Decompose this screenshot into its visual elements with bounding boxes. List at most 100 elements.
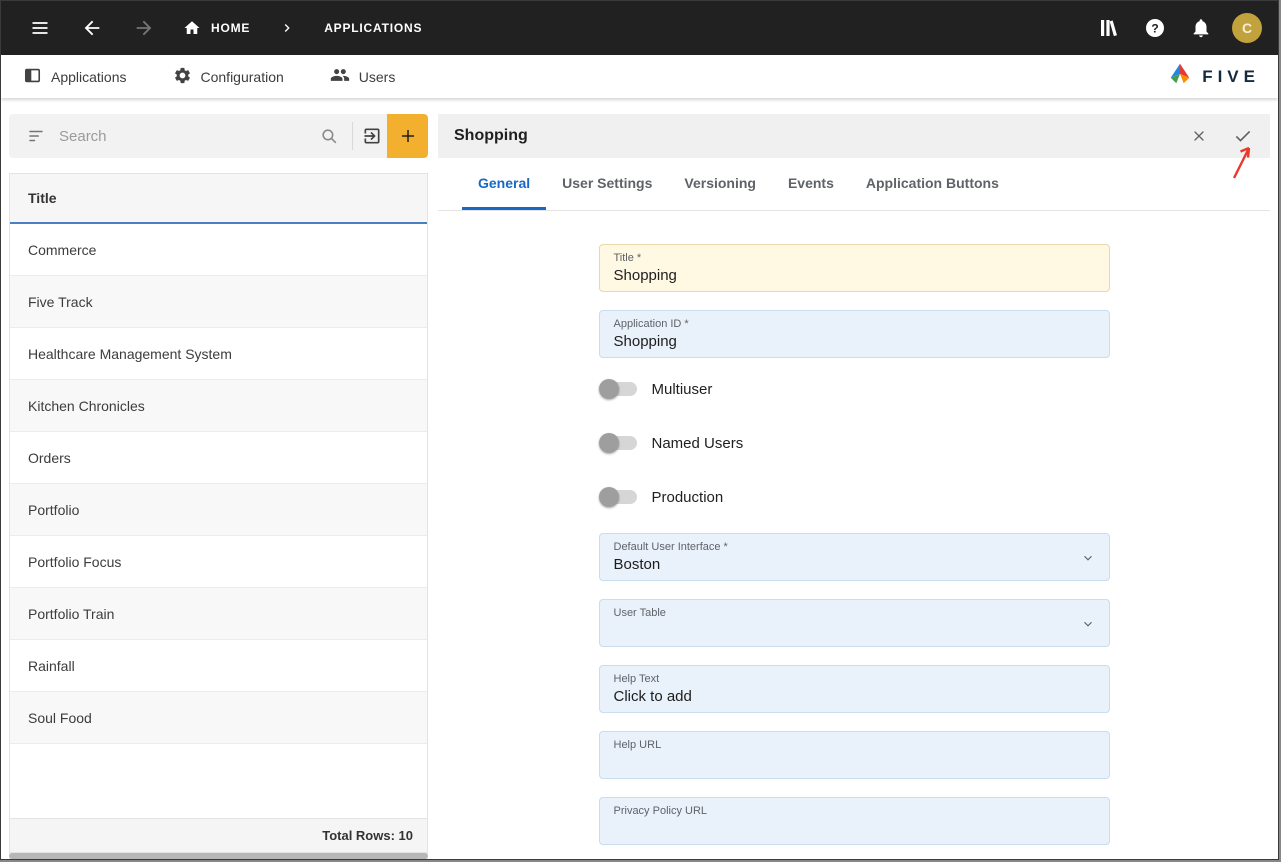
home-icon	[181, 13, 203, 43]
five-logo-icon	[1167, 62, 1193, 91]
avatar[interactable]: C	[1232, 13, 1262, 43]
list-item[interactable]: Rainfall	[10, 640, 427, 692]
chevron-right-icon	[272, 13, 302, 43]
list-item-label: Portfolio Focus	[28, 554, 121, 570]
horizontal-scrollbar[interactable]	[9, 853, 428, 859]
five-brand: FIVE	[1167, 62, 1260, 91]
search-divider	[352, 122, 353, 150]
list-column-header[interactable]: Title	[10, 174, 427, 224]
breadcrumb-home[interactable]: HOME	[181, 13, 250, 43]
menu-icon[interactable]	[25, 13, 55, 43]
notifications-icon[interactable]	[1186, 13, 1216, 43]
tab-user-settings[interactable]: User Settings	[546, 158, 668, 210]
applications-list: Title Commerce Five Track Healthcare Man…	[9, 173, 428, 853]
field-value: Boston	[614, 556, 1095, 573]
toggle-label: Multiuser	[652, 381, 713, 398]
list-item-label: Portfolio	[28, 502, 79, 518]
column-header-label: Title	[28, 190, 57, 206]
tab-events[interactable]: Events	[772, 158, 850, 210]
list-rows: Commerce Five Track Healthcare Managemen…	[10, 224, 427, 818]
detail-tabs: General User Settings Versioning Events …	[438, 158, 1270, 211]
multiuser-toggle[interactable]	[601, 382, 637, 396]
list-item-label: Healthcare Management System	[28, 346, 232, 362]
save-check-icon[interactable]	[1226, 119, 1260, 153]
general-form: Title * Shopping Application ID * Shoppi…	[438, 211, 1270, 859]
topbar: HOME APPLICATIONS ? C	[1, 1, 1278, 55]
privacy-policy-url-field[interactable]: Privacy Policy URL	[599, 797, 1110, 845]
filter-icon[interactable]	[21, 121, 51, 151]
list-item-label: Portfolio Train	[28, 606, 114, 622]
application-id-field[interactable]: Application ID * Shopping	[599, 310, 1110, 358]
breadcrumb-applications[interactable]: APPLICATIONS	[324, 21, 422, 35]
library-icon[interactable]	[1094, 13, 1124, 43]
toggle-knob	[599, 487, 619, 507]
gear-icon	[173, 66, 192, 88]
list-item[interactable]: Kitchen Chronicles	[10, 380, 427, 432]
brand-wordmark: FIVE	[1202, 67, 1260, 87]
nav-tab-label: Applications	[51, 69, 127, 85]
field-label: Privacy Policy URL	[614, 805, 1095, 817]
app-window: HOME APPLICATIONS ? C	[0, 0, 1279, 860]
scrollbar-thumb[interactable]	[9, 853, 428, 859]
toggle-knob	[599, 433, 619, 453]
list-item[interactable]: Five Track	[10, 276, 427, 328]
detail-header: Shopping	[438, 114, 1270, 158]
field-value: Shopping	[614, 333, 1095, 350]
field-label: Default User Interface *	[614, 541, 1095, 553]
list-item-label: Commerce	[28, 242, 96, 258]
field-label: Help Text	[614, 673, 1095, 685]
breadcrumb-home-label: HOME	[211, 21, 250, 35]
field-label: Help URL	[614, 739, 1095, 751]
help-icon[interactable]: ?	[1140, 13, 1170, 43]
field-value: Click to add	[614, 688, 1095, 705]
nav-tab-applications[interactable]: Applications	[23, 66, 127, 88]
list-item-label: Soul Food	[28, 710, 92, 726]
applications-icon	[23, 66, 42, 88]
list-item[interactable]: Soul Food	[10, 692, 427, 744]
title-field[interactable]: Title * Shopping	[599, 244, 1110, 292]
back-arrow-icon[interactable]	[77, 13, 107, 43]
record-detail-panel: Shopping General User Settings Versionin…	[438, 114, 1270, 859]
nav-tab-configuration[interactable]: Configuration	[173, 66, 284, 88]
list-item[interactable]: Portfolio	[10, 484, 427, 536]
nav-tab-label: Configuration	[201, 69, 284, 85]
production-toggle[interactable]	[601, 490, 637, 504]
list-item[interactable]: Portfolio Focus	[10, 536, 427, 588]
tab-versioning[interactable]: Versioning	[668, 158, 772, 210]
tab-general[interactable]: General	[462, 158, 546, 210]
applications-list-panel: Title Commerce Five Track Healthcare Man…	[9, 114, 428, 859]
list-item[interactable]: Commerce	[10, 224, 427, 276]
toggle-group: Multiuser Named Users Production	[599, 376, 1110, 510]
nav-tab-label: Users	[359, 69, 396, 85]
help-text-field[interactable]: Help Text Click to add	[599, 665, 1110, 713]
search-icon[interactable]	[314, 121, 344, 151]
list-item[interactable]: Portfolio Train	[10, 588, 427, 640]
chevron-down-icon	[1081, 551, 1095, 570]
svg-text:?: ?	[1151, 22, 1158, 36]
search-bar	[9, 114, 428, 158]
record-title: Shopping	[454, 127, 1182, 145]
help-url-field[interactable]: Help URL	[599, 731, 1110, 779]
module-navbar: Applications Configuration Users	[1, 55, 1278, 98]
toggle-label: Named Users	[652, 435, 744, 452]
list-item-label: Five Track	[28, 294, 93, 310]
close-icon[interactable]	[1182, 119, 1216, 153]
content-area: Title Commerce Five Track Healthcare Man…	[1, 98, 1278, 859]
add-application-button[interactable]	[387, 114, 428, 158]
forward-arrow-icon[interactable]	[129, 13, 159, 43]
field-label: Title *	[614, 252, 1095, 264]
nav-tab-users[interactable]: Users	[330, 65, 396, 88]
user-table-select[interactable]: User Table	[599, 599, 1110, 647]
list-item[interactable]: Orders	[10, 432, 427, 484]
field-label: User Table	[614, 607, 1095, 619]
toggle-label: Production	[652, 489, 724, 506]
default-user-interface-select[interactable]: Default User Interface * Boston	[599, 533, 1110, 581]
tab-application-buttons[interactable]: Application Buttons	[850, 158, 1015, 210]
search-input[interactable]	[51, 128, 314, 145]
named-users-toggle[interactable]	[601, 436, 637, 450]
field-value: Shopping	[614, 267, 1095, 284]
import-icon[interactable]	[357, 121, 387, 151]
list-item-label: Rainfall	[28, 658, 75, 674]
list-item-label: Kitchen Chronicles	[28, 398, 145, 414]
list-item[interactable]: Healthcare Management System	[10, 328, 427, 380]
